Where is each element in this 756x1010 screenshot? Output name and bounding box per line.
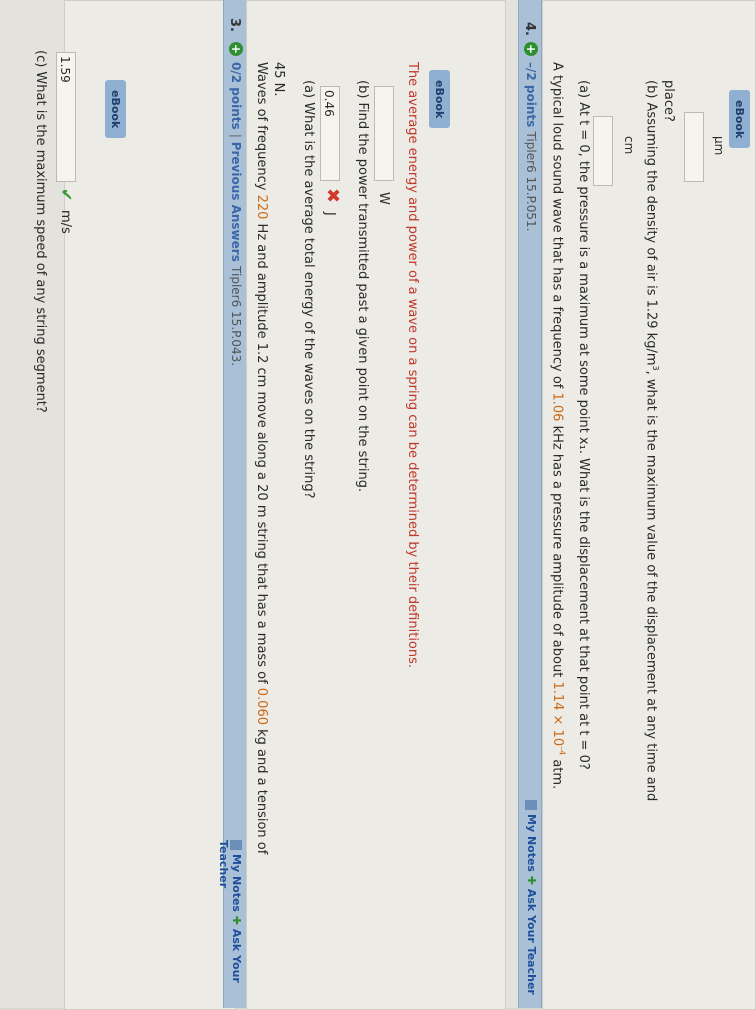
incorrect-x-icon: ✖ <box>322 188 343 204</box>
q3-frequency: 220 <box>254 194 269 220</box>
notes-icon <box>230 840 242 850</box>
q3-statement: Waves of frequency 220 Hz and amplitude … <box>254 62 269 854</box>
q3-feedback: The average energy and power of a wave o… <box>405 62 420 669</box>
q2c-answer-field[interactable]: 1.59 <box>56 52 76 182</box>
q3b-unit: W <box>376 192 391 205</box>
notes-icon <box>525 800 537 810</box>
my-notes-link[interactable]: My Notes <box>230 854 243 912</box>
q4b-prompt: (b) Assuming the density of air is 1.29 … <box>644 80 660 801</box>
rotated-page: (c) What is the maximum speed of any str… <box>0 0 756 1010</box>
question-4-number: 4. <box>522 22 537 36</box>
q4-stmt-part: kHz has a pressure amplitude of about <box>549 421 565 682</box>
q3a-answer-field[interactable]: 0.46 <box>320 86 340 181</box>
q4-pressure-mantissa: 1.14 × 10 <box>549 681 565 747</box>
q4a-answer-field[interactable] <box>593 116 613 186</box>
q3a-prompt: (a) What is the average total energy of … <box>301 80 316 499</box>
q3-stmt-part: Waves of frequency <box>254 62 269 195</box>
q3-statement-cont: 45 N. <box>271 62 286 97</box>
q2c-prompt: (c) What is the maximum speed of any str… <box>33 50 48 413</box>
question-2-panel <box>64 0 236 1010</box>
q4-pressure-exponent: –4 <box>557 746 566 756</box>
q4-frequency: 1.06 <box>549 392 565 422</box>
q3b-prompt: (b) Find the power transmitted past a gi… <box>355 80 370 493</box>
q3-notes-bar: My Notes ✚ Ask Your Teacher <box>217 840 243 1008</box>
q4-source: Tipler6 15.P.051. <box>524 131 538 232</box>
q3a-unit: J <box>322 212 337 216</box>
expand-plus-icon[interactable]: + <box>524 42 538 56</box>
q4-statement: A typical loud sound wave that has a fre… <box>550 62 566 789</box>
expand-plus-icon[interactable]: + <box>229 42 243 56</box>
q4b-answer-field[interactable] <box>684 112 704 182</box>
q2c-unit: m/s <box>58 210 73 234</box>
q3-mass: 0.060 <box>254 687 269 725</box>
check-icon: ✔ <box>57 188 76 202</box>
ebook-button-q3[interactable]: eBook <box>429 70 450 129</box>
q4-stmt-part: atm. <box>549 755 565 790</box>
q4-points: –/2 points <box>524 62 538 128</box>
question-3-number: 3. <box>227 18 242 32</box>
q4-stmt-part: A typical loud sound wave that has a fre… <box>549 62 565 393</box>
q3b-answer-field[interactable] <box>374 86 394 181</box>
ask-plus-icon: ✚ <box>525 875 538 889</box>
q4a-prompt: (a) At t = 0, the pressure is a maximum … <box>576 80 591 770</box>
separator: | <box>229 133 243 142</box>
q3-stmt-part: kg and a tension of <box>254 725 269 855</box>
q3-points-line: 0/2 points | Previous Answers Tipler6 15… <box>229 62 243 366</box>
q4-notes-bar: My Notes ✚ Ask Your Teacher <box>525 800 538 995</box>
q3-points: 0/2 points <box>229 62 243 130</box>
ask-teacher-link[interactable]: Ask Your Teacher <box>525 889 538 995</box>
q3-stmt-part: Hz and amplitude 1.2 cm move along a 20 … <box>254 219 269 688</box>
ebook-button-q2[interactable]: eBook <box>105 80 126 139</box>
q3-source: Tipler6 15.P.043. <box>229 266 243 367</box>
ebook-button-q4[interactable]: eBook <box>729 90 750 149</box>
q4b-prompt-part: (b) Assuming the density of air is 1.29 … <box>643 80 659 366</box>
my-notes-link[interactable]: My Notes <box>525 814 538 872</box>
q4b-prompt-part: , what is the maximum value of the displ… <box>643 370 659 802</box>
q4-pressure: 1.14 × 10–4 <box>549 681 566 756</box>
q4-points-line: –/2 points Tipler6 15.P.051. <box>524 62 538 231</box>
q4b-prompt-cont: place? <box>661 80 676 122</box>
ask-plus-icon: ✚ <box>230 915 243 929</box>
q4b-unit: µm <box>712 136 726 156</box>
previous-answers-link[interactable]: Previous Answers <box>229 142 243 262</box>
q4a-unit: cm <box>622 136 636 155</box>
